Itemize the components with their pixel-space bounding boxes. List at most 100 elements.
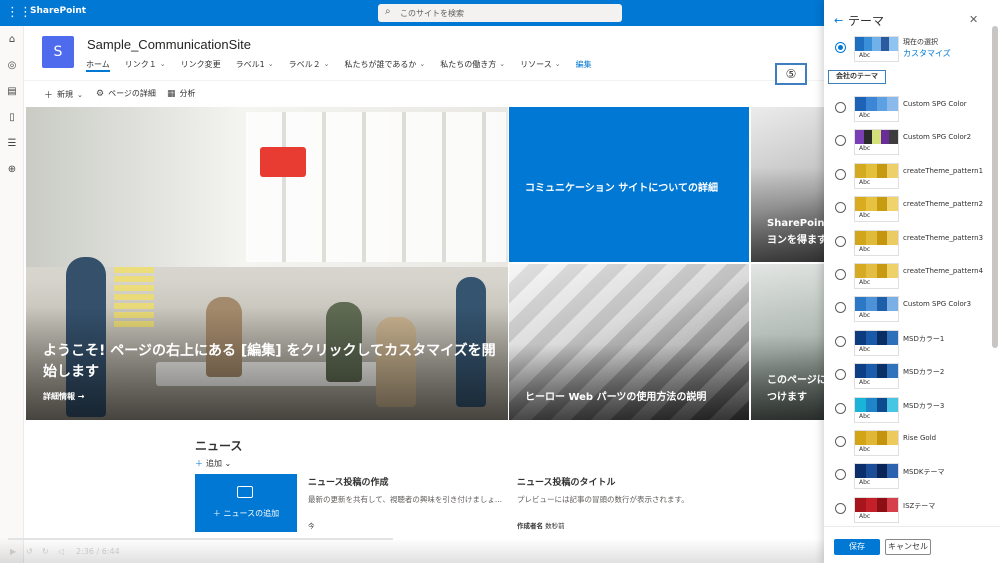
create-icon[interactable]: ⊕ [6,164,18,176]
new-button[interactable]: ＋ 新規 ⌄ [44,88,87,101]
theme-swatch-current[interactable]: Abc [854,36,899,62]
theme-name[interactable]: MSDKテーマ [903,467,944,477]
nav-item[interactable]: ラベル1 ⌄ [236,58,274,70]
save-button[interactable]: 保存 [834,539,880,555]
theme-name[interactable]: ISZテーマ [903,501,935,511]
globe-icon[interactable]: ◎ [6,60,18,72]
theme-name[interactable]: MSDカラー2 [903,367,944,377]
current-theme-name[interactable]: カスタマイズ [903,48,951,59]
theme-name[interactable]: createTheme_pattern3 [903,234,983,242]
theme-radio[interactable] [835,102,846,113]
theme-name[interactable]: createTheme_pattern2 [903,200,983,208]
list-icon[interactable]: ☰ [6,138,18,150]
theme-swatch[interactable]: Abc [854,463,899,490]
news-item-author: 作成者名 [517,522,543,530]
skip-forward-icon[interactable]: ↻ [42,547,49,556]
news-item[interactable]: ニュース投稿の作成 最新の更新を共有して、視聴者の興味を引き付けましょ... 今 [308,475,502,530]
theme-radio[interactable] [835,269,846,280]
hero-learn-more-link[interactable]: 詳細情報 → [43,391,85,402]
theme-radio[interactable] [835,469,846,481]
theme-swatch[interactable]: Abc [854,363,899,390]
nav-item[interactable]: 私たちの働き方 ⌄ [440,58,505,70]
theme-radio[interactable] [835,235,846,247]
nav-edit-link[interactable]: 編集 [576,58,592,70]
hero-tile-sharepoint[interactable]: SharePoint A ヨンを得ます [751,107,824,262]
news-add-button[interactable]: ＋追加 ⌄ [195,458,231,469]
cancel-button[interactable]: キャンセル [885,539,931,555]
theme-name[interactable]: createTheme_pattern4 [903,267,983,275]
analytics-button[interactable]: ▦ 分析 [167,88,196,99]
theme-swatch[interactable]: Abc [854,96,899,122]
volume-icon[interactable]: ◁ [58,547,64,556]
theme-name[interactable]: Custom SPG Color [903,100,967,108]
swatch-color [865,97,877,111]
hero-tile-comm-site[interactable]: コミュニケーション サイトについての詳細 [509,107,749,262]
theme-radio[interactable] [835,202,846,214]
theme-name[interactable]: createTheme_pattern1 [903,167,983,175]
theme-radio[interactable] [835,436,846,447]
swatch-sample-text: Abc [859,479,871,487]
page-details-button[interactable]: ⚙ ページの詳細 [96,88,156,99]
theme-swatch[interactable]: Abc [854,229,899,256]
theme-name[interactable]: Rise Gold [903,434,936,442]
site-logo[interactable]: S [42,36,74,68]
theme-swatch[interactable]: Abc [854,129,899,156]
back-arrow-icon[interactable]: ← [834,14,843,27]
nav-item-label: リンク変更 [180,59,221,69]
brand-name[interactable]: SharePoint [30,6,86,16]
swatch-color [876,364,888,379]
app-launcher-icon[interactable]: ⋮⋮ [6,5,32,21]
theme-radio[interactable] [835,402,846,414]
close-icon[interactable]: ✕ [969,13,978,26]
theme-swatch[interactable]: Abc [854,496,899,523]
nav-item[interactable]: リンク変更 [181,58,221,70]
nav-item[interactable]: 私たちが誰であるか ⌄ [344,58,425,70]
skip-back-icon[interactable]: ↺ [26,547,33,556]
theme-radio[interactable] [835,168,846,180]
plus-icon: ＋ [44,91,54,101]
theme-swatch[interactable]: Abc [854,196,899,223]
theme-name[interactable]: MSDカラー1 [903,334,944,344]
panel-scrollbar[interactable] [992,26,998,348]
theme-name[interactable]: MSDカラー3 [903,401,944,411]
hero-tile-comm-site-title: コミュニケーション サイトについての詳細 [525,183,718,194]
theme-radio[interactable] [835,502,846,514]
search-placeholder[interactable]: このサイトを検索 [400,8,464,19]
search-box[interactable]: ⌕ このサイトを検索 [378,4,622,22]
nav-item[interactable]: ラベル２ ⌄ [289,58,330,70]
add-news-tile[interactable]: ＋ ニュースの追加 [195,474,297,532]
swatch-bars [855,130,898,145]
site-title[interactable]: Sample_CommunicationSite [87,37,251,52]
chevron-down-icon: ⌄ [323,60,330,68]
theme-name[interactable]: Custom SPG Color3 [903,300,971,308]
nav-item[interactable]: リンク１ ⌄ [125,58,166,70]
swatch-color [855,264,866,278]
theme-radio[interactable] [835,302,846,314]
theme-swatch[interactable]: Abc [854,329,899,356]
swatch-color [855,464,866,479]
theme-radio[interactable] [835,369,846,381]
play-icon[interactable]: ▶ [10,547,16,556]
theme-swatch[interactable]: Abc [854,296,899,323]
current-selection-label: 現在の選択 [903,38,938,46]
home-icon[interactable]: ⌂ [6,34,18,46]
theme-radio[interactable] [835,135,846,147]
theme-name[interactable]: Custom SPG Color2 [903,133,971,141]
panel-footer: 保存 キャンセル [824,526,1000,563]
theme-swatch[interactable]: Abc [854,263,899,289]
theme-radio-current[interactable] [835,42,846,53]
swatch-color [855,497,866,512]
hero-main-tile[interactable]: ようこそ! ページの右上にある [編集] をクリックしてカスタマイズを開始します… [26,107,508,420]
theme-swatch[interactable]: Abc [854,430,899,456]
theme-swatch[interactable]: Abc [854,162,899,189]
theme-swatch[interactable]: Abc [854,396,899,423]
document-icon[interactable]: ▯ [6,112,18,124]
nav-item[interactable]: リソース ⌄ [520,58,560,70]
hero-tile-webpart-howto[interactable]: ヒーロー Web パーツの使用方法の説明 [509,264,749,420]
hero-tile-this-page-title: このページに つけます [767,375,824,403]
hero-tile-this-page[interactable]: このページに つけます [751,264,824,420]
news-icon[interactable]: ▤ [6,86,18,98]
news-item[interactable]: ニュース投稿のタイトル プレビューには記事の冒頭の数行が表示されます。 作成者名… [517,475,689,530]
nav-item[interactable]: ホーム [86,58,110,72]
theme-radio[interactable] [835,335,846,347]
